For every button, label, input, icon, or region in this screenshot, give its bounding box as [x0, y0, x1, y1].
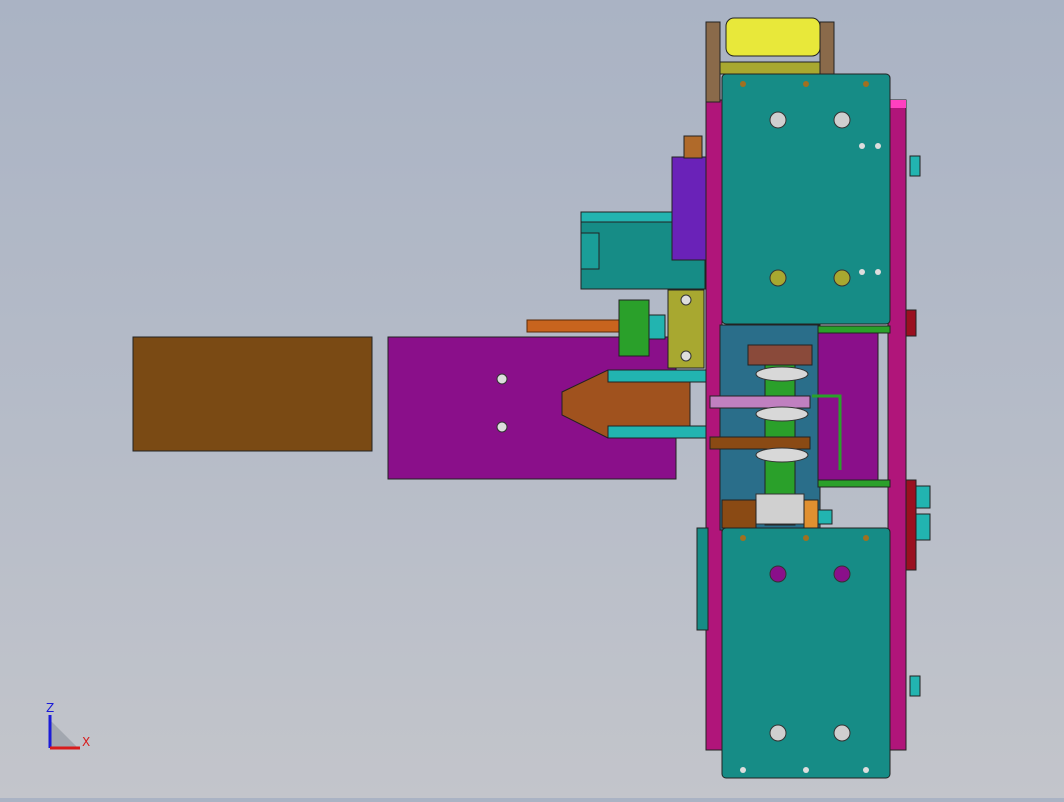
pin	[859, 143, 865, 149]
pin	[863, 767, 869, 773]
magenta-highlight	[888, 100, 906, 108]
bolt	[769, 565, 787, 583]
coordinate-triad: Z X	[46, 701, 90, 750]
green-arm-top[interactable]	[817, 325, 891, 334]
pin	[740, 767, 746, 773]
green-arm-bottom[interactable]	[817, 479, 891, 488]
teal-knob[interactable]	[909, 155, 921, 177]
bolt	[833, 724, 851, 742]
cylinder-port	[580, 232, 600, 270]
pin	[875, 143, 881, 149]
teal-knob[interactable]	[909, 675, 921, 697]
pin	[859, 269, 865, 275]
pin	[863, 81, 869, 87]
pin	[740, 535, 746, 541]
triad-z-label: Z	[46, 701, 54, 715]
triad-x-label: X	[82, 735, 90, 749]
pin	[803, 767, 809, 773]
orange-rod[interactable]	[526, 319, 628, 333]
magenta-frame-right[interactable]	[887, 99, 907, 751]
pin	[740, 81, 746, 87]
bolt	[769, 724, 787, 742]
silver-clamp[interactable]	[755, 493, 805, 525]
bolt	[769, 111, 787, 129]
screw-hole	[496, 421, 508, 433]
bolt	[833, 565, 851, 583]
pin	[875, 269, 881, 275]
brown-collar[interactable]	[709, 436, 811, 450]
brown-collar[interactable]	[747, 344, 813, 366]
dark-red-tab[interactable]	[905, 309, 917, 337]
pin	[803, 81, 809, 87]
green-clamp[interactable]	[618, 299, 650, 357]
yellow-roller[interactable]	[725, 17, 821, 57]
olive-screw	[680, 350, 692, 362]
motor-terminal	[683, 135, 703, 159]
teal-cylinder-top[interactable]	[580, 211, 675, 223]
cad-model-view[interactable]: Z X	[0, 0, 1064, 798]
teal-rail-bottom[interactable]	[607, 425, 709, 439]
silver-ring	[755, 406, 809, 422]
teal-plate-bottom[interactable]	[721, 527, 891, 779]
silver-ring	[755, 366, 809, 382]
teal-knob[interactable]	[915, 513, 931, 541]
bolt	[769, 269, 787, 287]
teal-knob[interactable]	[915, 485, 931, 509]
silver-ring	[755, 447, 809, 463]
pin	[863, 535, 869, 541]
olive-tie-bar[interactable]	[719, 61, 821, 75]
triad-plane	[50, 720, 78, 748]
screw-hole	[496, 373, 508, 385]
teal-rail-top[interactable]	[607, 369, 709, 383]
pin	[803, 535, 809, 541]
brown-block-part[interactable]	[132, 336, 373, 452]
dark-red-block[interactable]	[905, 479, 917, 571]
roller-bracket-left[interactable]	[705, 21, 721, 103]
teal-plate-top[interactable]	[721, 73, 891, 325]
bolt	[833, 269, 851, 287]
teal-nub[interactable]	[817, 509, 833, 525]
teal-knob[interactable]	[648, 314, 666, 340]
teal-bracket-left[interactable]	[696, 527, 709, 631]
purple-side-block[interactable]	[817, 329, 879, 481]
pink-ring[interactable]	[709, 395, 811, 409]
bolt	[833, 111, 851, 129]
cad-viewport[interactable]: Z X	[0, 0, 1064, 798]
orange-mount[interactable]	[803, 499, 819, 529]
brown-mount[interactable]	[721, 499, 757, 529]
violet-motor[interactable]	[671, 156, 711, 261]
olive-screw	[680, 294, 692, 306]
